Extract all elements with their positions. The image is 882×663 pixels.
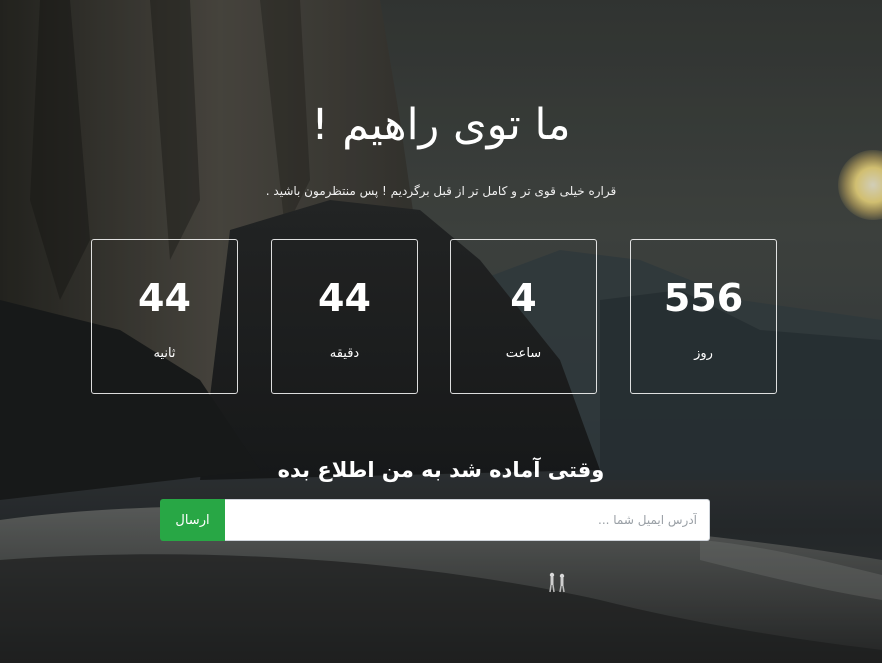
notify-form: ارسال bbox=[160, 499, 710, 541]
countdown-days: 556 روز bbox=[630, 239, 777, 394]
countdown-minutes-label: دقیقه bbox=[329, 346, 360, 361]
countdown-hours-label: ساعت bbox=[505, 346, 542, 361]
page-title: ما توی راهیم ! bbox=[311, 100, 571, 150]
notify-heading: وقتی آماده شد به من اطلاع بده bbox=[277, 458, 605, 482]
countdown-days-label: روز bbox=[694, 346, 713, 361]
countdown-hours: 4 ساعت bbox=[450, 239, 597, 394]
countdown-seconds-value: 44 bbox=[138, 276, 191, 320]
astronaut-figures bbox=[549, 572, 565, 593]
submit-button[interactable]: ارسال bbox=[160, 499, 225, 541]
countdown-days-value: 556 bbox=[663, 276, 744, 320]
email-input[interactable] bbox=[225, 499, 710, 541]
countdown-hours-value: 4 bbox=[510, 276, 537, 320]
hero-background: ما توی راهیم ! قراره خیلی قوی تر و کامل … bbox=[0, 0, 882, 663]
countdown-seconds: 44 ثانیه bbox=[91, 239, 238, 394]
countdown-minutes-value: 44 bbox=[318, 276, 371, 320]
page-subtitle: قراره خیلی قوی تر و کامل تر از قبل برگرد… bbox=[265, 184, 617, 198]
countdown-seconds-label: ثانیه bbox=[153, 346, 176, 361]
countdown-minutes: 44 دقیقه bbox=[271, 239, 418, 394]
